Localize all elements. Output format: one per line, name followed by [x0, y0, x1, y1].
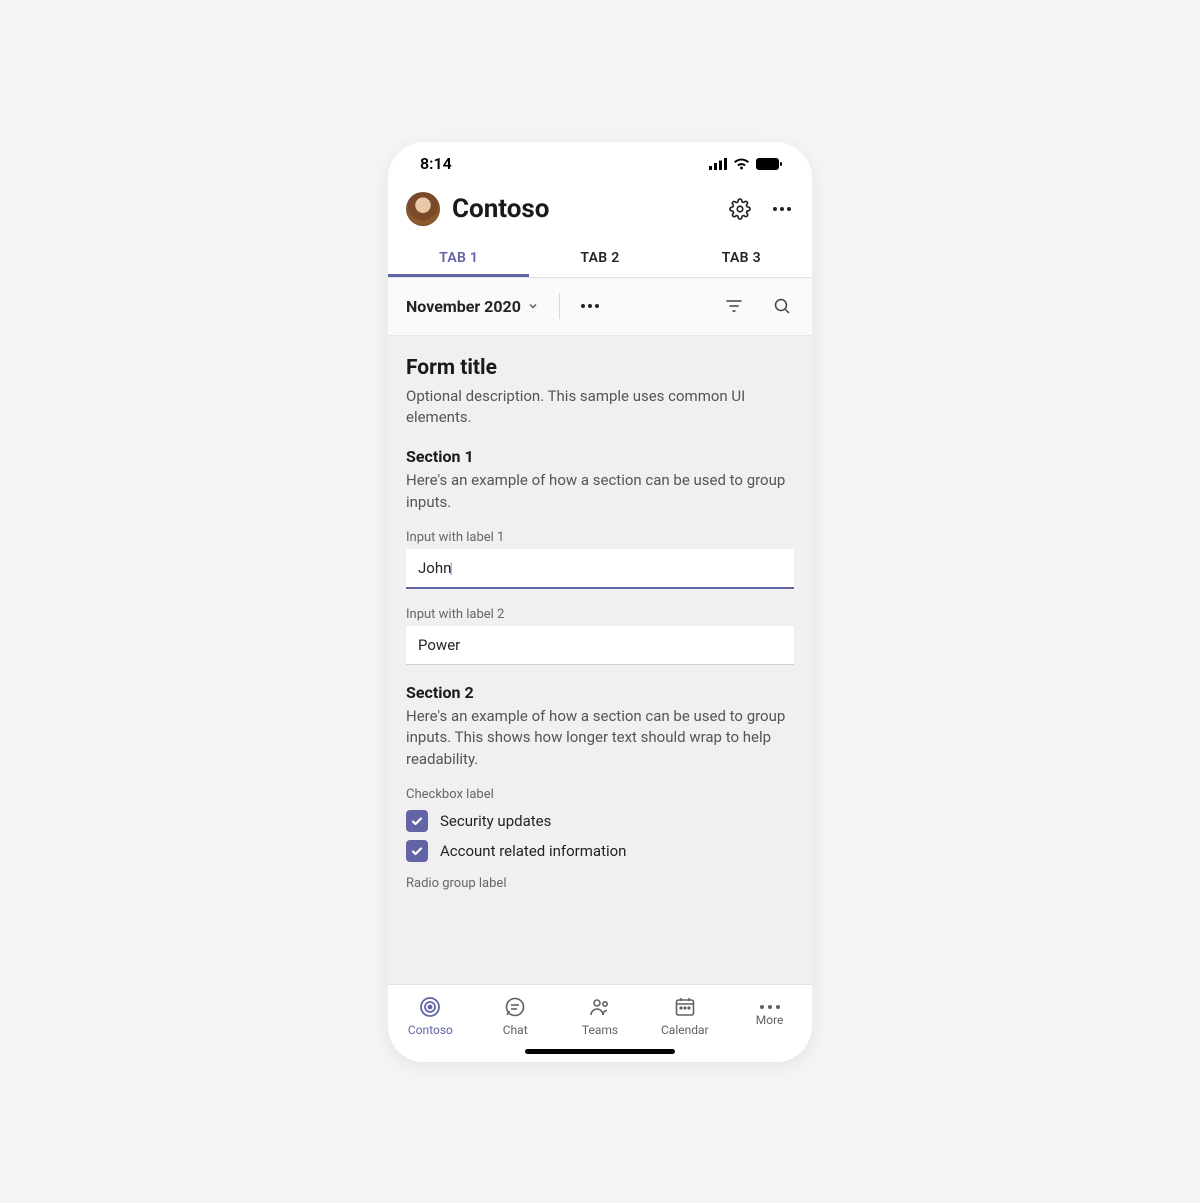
- app-header: Contoso: [388, 186, 812, 238]
- wifi-icon: [733, 158, 750, 170]
- radio-group-label: Radio group label: [406, 876, 794, 891]
- tab-3[interactable]: TAB 3: [671, 238, 812, 277]
- month-picker[interactable]: November 2020: [406, 297, 539, 316]
- input-1-label: Input with label 1: [406, 530, 794, 545]
- section-2: Section 2 Here's an example of how a sec…: [406, 683, 794, 891]
- checkbox-2[interactable]: [406, 840, 428, 862]
- more-button[interactable]: [770, 197, 794, 221]
- status-icons: [709, 158, 782, 170]
- section-2-description: Here's an example of how a section can b…: [406, 706, 794, 771]
- check-icon: [410, 814, 424, 828]
- tab-2[interactable]: TAB 2: [529, 238, 670, 277]
- filter-icon: [725, 297, 743, 315]
- content-area[interactable]: Form title Optional description. This sa…: [388, 336, 812, 984]
- input-2-label: Input with label 2: [406, 607, 794, 622]
- sub-toolbar: November 2020: [388, 278, 812, 336]
- nav-more-label: More: [756, 1013, 784, 1027]
- nav-calendar-label: Calendar: [661, 1023, 709, 1037]
- section-2-title: Section 2: [406, 683, 794, 702]
- check-icon: [410, 844, 424, 858]
- section-1-title: Section 1: [406, 447, 794, 466]
- section-1: Section 1 Here's an example of how a sec…: [406, 447, 794, 665]
- teams-icon: [588, 995, 612, 1019]
- nav-teams-label: Teams: [582, 1023, 618, 1037]
- home-indicator[interactable]: [525, 1049, 675, 1054]
- checkbox-1[interactable]: [406, 810, 428, 832]
- calendar-icon: [673, 995, 697, 1019]
- divider: [559, 293, 560, 319]
- status-bar: 8:14: [388, 142, 812, 186]
- search-button[interactable]: [770, 294, 794, 318]
- input-2[interactable]: Power: [406, 626, 794, 665]
- phone-frame: 8:14 Contoso TAB 1 TAB 2: [388, 142, 812, 1062]
- field-input-2: Input with label 2 Power: [406, 607, 794, 665]
- month-label: November 2020: [406, 297, 521, 316]
- checkbox-group-label: Checkbox label: [406, 787, 794, 802]
- filter-button[interactable]: [722, 294, 746, 318]
- input-1[interactable]: John: [406, 549, 794, 589]
- nav-contoso[interactable]: Contoso: [388, 985, 473, 1048]
- checkbox-row-2[interactable]: Account related information: [406, 840, 794, 862]
- nav-chat[interactable]: Chat: [473, 985, 558, 1048]
- nav-calendar[interactable]: Calendar: [642, 985, 727, 1048]
- checkbox-2-label: Account related information: [440, 842, 626, 860]
- field-input-1: Input with label 1 John: [406, 530, 794, 589]
- cellular-icon: [709, 158, 727, 170]
- tab-bar: TAB 1 TAB 2 TAB 3: [388, 238, 812, 278]
- more-icon: [760, 1005, 780, 1009]
- section-1-description: Here's an example of how a section can b…: [406, 470, 794, 514]
- nav-chat-label: Chat: [503, 1023, 528, 1037]
- more-icon: [773, 207, 791, 211]
- app-icon: [418, 995, 442, 1019]
- checkbox-row-1[interactable]: Security updates: [406, 810, 794, 832]
- gear-icon: [729, 198, 751, 220]
- search-icon: [773, 297, 791, 315]
- form-title: Form title: [406, 356, 794, 380]
- form-description: Optional description. This sample uses c…: [406, 386, 794, 430]
- app-title: Contoso: [452, 194, 716, 224]
- more-icon: [581, 304, 599, 308]
- checkbox-1-label: Security updates: [440, 812, 551, 830]
- overflow-button[interactable]: [578, 294, 602, 318]
- settings-button[interactable]: [728, 197, 752, 221]
- status-time: 8:14: [420, 154, 452, 173]
- chevron-down-icon: [527, 300, 539, 312]
- chat-icon: [503, 995, 527, 1019]
- nav-more[interactable]: More: [727, 985, 812, 1048]
- tab-1[interactable]: TAB 1: [388, 238, 529, 277]
- nav-teams[interactable]: Teams: [558, 985, 643, 1048]
- battery-icon: [756, 158, 782, 170]
- avatar[interactable]: [406, 192, 440, 226]
- nav-contoso-label: Contoso: [408, 1023, 453, 1037]
